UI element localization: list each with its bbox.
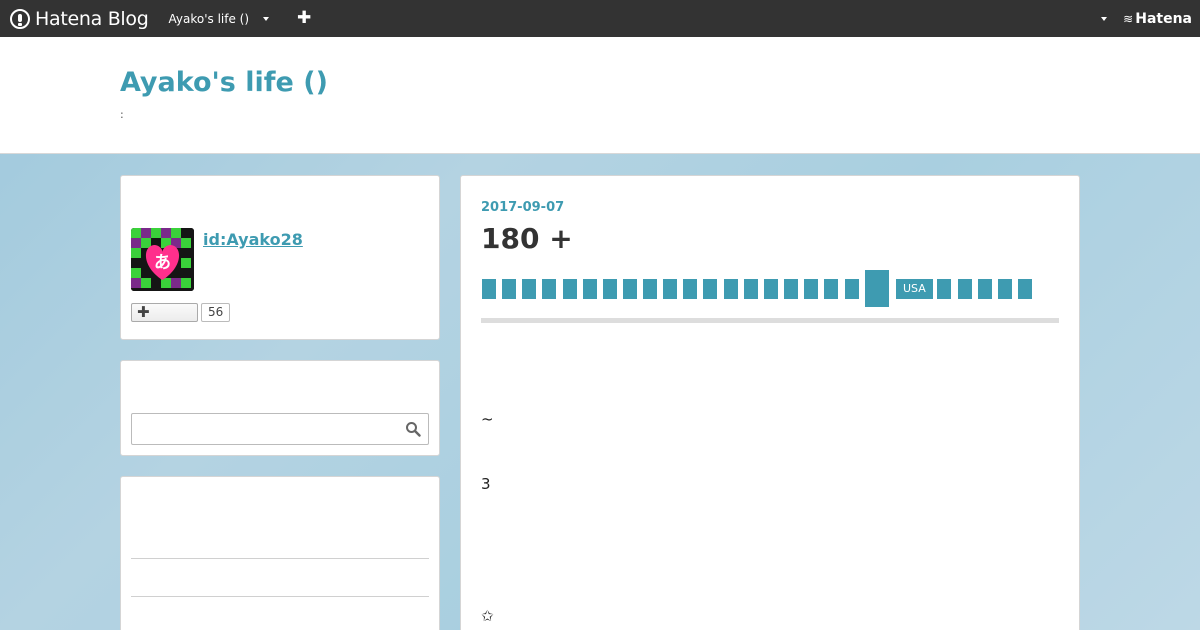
category-tag[interactable] (583, 279, 597, 299)
category-tag-usa[interactable]: USA (896, 279, 933, 299)
category-tag[interactable] (764, 279, 778, 299)
category-tag[interactable] (978, 279, 992, 299)
category-tag[interactable] (804, 279, 818, 299)
chevron-down-icon (263, 16, 270, 21)
entry-divider (481, 318, 1059, 323)
entry-date[interactable]: 2017-09-07 (481, 200, 564, 215)
search-module (120, 360, 440, 456)
blog-title[interactable]: Ayako's life () (120, 67, 328, 98)
entry-text-line: ~ (481, 410, 494, 428)
category-tag[interactable] (724, 279, 738, 299)
category-tag[interactable] (703, 279, 717, 299)
profile-module: あ id:Ayako28 ✚ 56 (120, 175, 440, 340)
entry-article: 2017-09-07 180 + USA ~ 3 ✩ (460, 175, 1080, 630)
category-tag[interactable] (563, 279, 577, 299)
category-tag[interactable] (998, 279, 1012, 299)
category-tag[interactable] (663, 279, 677, 299)
plus-icon: ✚ (137, 303, 150, 321)
hatena-account-link[interactable]: ≋ Hatena (1123, 11, 1192, 27)
blog-switcher-label: Ayako's life () (168, 11, 250, 26)
chevron-down-icon[interactable] (1101, 16, 1108, 21)
entry-title[interactable]: 180 + (481, 222, 573, 255)
hatena-account-label: Hatena (1135, 10, 1192, 27)
category-tag[interactable] (522, 279, 536, 299)
links-module (120, 476, 440, 630)
profile-id-link[interactable]: id:Ayako28 (203, 230, 303, 249)
category-tag[interactable] (683, 279, 697, 299)
subscribe-button[interactable]: ✚ (131, 303, 198, 322)
add-entry-button[interactable]: ✚ (297, 0, 311, 37)
category-tag[interactable] (865, 270, 889, 307)
category-tag[interactable] (824, 279, 838, 299)
category-tag[interactable] (542, 279, 556, 299)
entry-text-line: 3 (481, 475, 491, 493)
category-tag[interactable] (744, 279, 758, 299)
avatar-glyph: あ (154, 253, 171, 273)
search-input[interactable] (131, 413, 429, 445)
blog-switcher[interactable]: Ayako's life () (169, 0, 270, 37)
category-tag[interactable] (845, 279, 859, 299)
search-icon[interactable] (405, 421, 421, 437)
divider (131, 596, 429, 597)
blog-header: Ayako's life () : (0, 37, 1200, 154)
avatar[interactable]: あ (131, 228, 194, 291)
category-tag[interactable] (784, 279, 798, 299)
category-tag[interactable] (623, 279, 637, 299)
category-tag[interactable] (643, 279, 657, 299)
category-tag[interactable] (482, 279, 496, 299)
hatena-topbar: Hatena Blog Ayako's life () ✚ ≋ Hatena (0, 0, 1200, 37)
category-tag[interactable] (502, 279, 516, 299)
entry-text-line: ✩ (481, 607, 494, 625)
divider (131, 558, 429, 559)
subscriber-count: 56 (201, 303, 231, 322)
blog-description: : (120, 108, 124, 121)
hatena-wave-icon: ≋ (1123, 11, 1134, 26)
category-tag[interactable] (1018, 279, 1032, 299)
hatena-blog-brand[interactable]: Hatena Blog (10, 0, 149, 37)
hatena-logo-icon (10, 8, 30, 29)
category-tag[interactable] (958, 279, 972, 299)
brand-text: Hatena Blog (35, 7, 149, 30)
category-tag[interactable] (603, 279, 617, 299)
category-tag[interactable] (937, 279, 951, 299)
